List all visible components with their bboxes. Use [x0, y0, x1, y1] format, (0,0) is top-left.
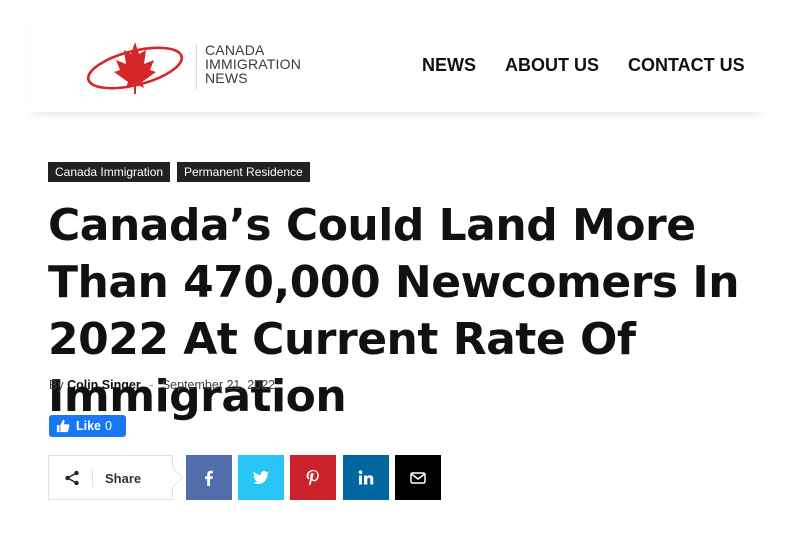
logo-line-1: CANADA: [205, 42, 265, 58]
share-toggle[interactable]: Share: [48, 455, 173, 500]
article-byline: By Colin Singer - September 21, 2022: [49, 378, 275, 392]
category-tag-canada-immigration[interactable]: Canada Immigration: [48, 162, 171, 182]
facebook-icon: [205, 470, 213, 486]
like-label: Like: [76, 419, 102, 433]
publish-date: September 21, 2022: [161, 378, 276, 392]
thumbs-up-icon: [56, 419, 70, 433]
like-count: 0: [105, 419, 112, 433]
share-icon: [65, 470, 79, 486]
nav-item-contact-us[interactable]: CONTACT US: [628, 55, 745, 76]
logo-divider: [196, 44, 197, 90]
envelope-icon: [410, 471, 426, 484]
linkedin-icon: [358, 469, 374, 484]
maple-leaf-logo-icon: [86, 42, 184, 94]
site-header: CANADA IMMIGRATION NEWS NEWS ABOUT US CO…: [28, 0, 765, 112]
share-email-button[interactable]: [395, 455, 441, 500]
share-label: Share: [105, 471, 142, 486]
share-pinterest-button[interactable]: [290, 455, 336, 500]
share-twitter-button[interactable]: [238, 455, 284, 500]
logo-line-2: IMMIGRATION: [205, 56, 302, 72]
nav-item-news[interactable]: NEWS: [422, 55, 476, 76]
pinterest-icon: [306, 469, 319, 486]
nav-item-about-us[interactable]: ABOUT US: [505, 55, 599, 76]
share-divider: [92, 470, 93, 487]
share-linkedin-button[interactable]: [343, 455, 389, 500]
share-facebook-button[interactable]: [186, 455, 232, 500]
logo-line-3: NEWS: [205, 70, 248, 86]
byline-by: By: [49, 378, 64, 392]
logo-wordmark: CANADA IMMIGRATION NEWS: [205, 43, 301, 85]
category-tag-permanent-residence[interactable]: Permanent Residence: [177, 162, 310, 182]
byline-separator: -: [149, 378, 154, 392]
site-logo[interactable]: CANADA IMMIGRATION NEWS: [84, 38, 334, 102]
twitter-icon: [253, 470, 269, 484]
author-link[interactable]: Colin Singer: [67, 378, 141, 392]
facebook-like-button[interactable]: Like 0: [49, 415, 126, 437]
